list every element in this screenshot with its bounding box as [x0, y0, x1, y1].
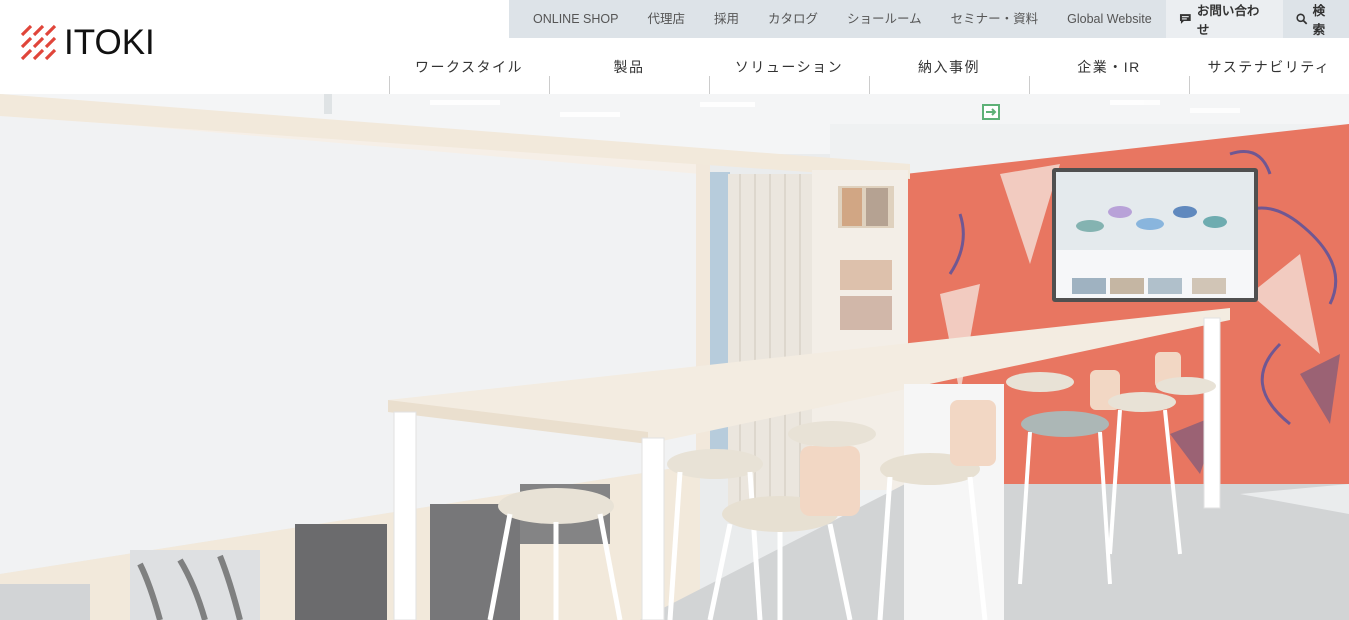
nav-workstyle[interactable]: ワークスタイル: [389, 38, 549, 94]
util-seminar[interactable]: セミナー・資料: [936, 0, 1053, 38]
util-catalog[interactable]: カタログ: [753, 0, 832, 38]
chat-bubble-icon: [1180, 14, 1191, 24]
contact-label: お問い合わせ: [1196, 4, 1260, 37]
search-button[interactable]: 検索: [1283, 0, 1349, 38]
nav-case-studies[interactable]: 納入事例: [869, 38, 1029, 94]
util-dealer[interactable]: 代理店: [633, 0, 700, 38]
util-showroom[interactable]: ショールーム: [832, 0, 936, 38]
util-recruit[interactable]: 採用: [699, 0, 753, 38]
util-online-shop[interactable]: ONLINE SHOP: [509, 0, 633, 38]
search-icon: [1296, 13, 1308, 25]
site-logo[interactable]: ITOKI: [20, 24, 155, 62]
nav-solutions[interactable]: ソリューション: [709, 38, 869, 94]
nav-products[interactable]: 製品: [549, 38, 709, 94]
main-nav: ワークスタイル 製品 ソリューション 納入事例 企業・IR サステナビリティ: [389, 38, 1349, 94]
nav-company-ir[interactable]: 企業・IR: [1029, 38, 1189, 94]
site-header: ITOKI ONLINE SHOP 代理店 採用 カタログ ショールーム セミナ…: [0, 0, 1349, 94]
util-global-website[interactable]: Global Website: [1053, 0, 1167, 38]
logo-wordmark: ITOKI: [64, 23, 155, 62]
utility-nav: ONLINE SHOP 代理店 採用 カタログ ショールーム セミナー・資料 G…: [509, 0, 1349, 38]
contact-button[interactable]: お問い合わせ: [1166, 0, 1283, 38]
logo-stripes-icon: [20, 24, 57, 61]
hero-image: [0, 94, 1349, 620]
nav-sustainability[interactable]: サステナビリティ: [1189, 38, 1349, 94]
office-lounge-illustration: [0, 94, 1349, 620]
search-label: 検索: [1312, 4, 1326, 37]
